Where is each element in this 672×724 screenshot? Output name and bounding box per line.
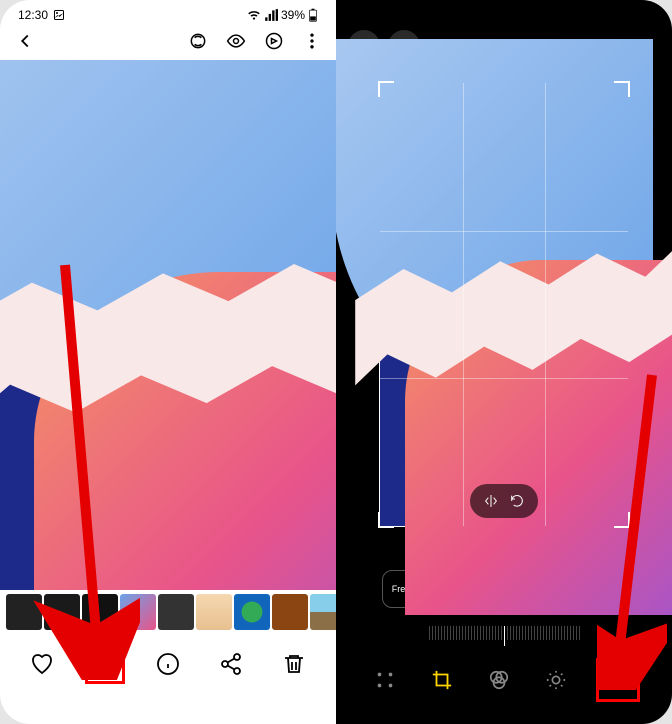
auto-icon <box>374 669 396 691</box>
gallery-bottom-bar <box>0 634 336 694</box>
share-icon <box>219 652 243 676</box>
battery-text: 39% <box>281 8 305 22</box>
more-options-button[interactable] <box>302 31 322 51</box>
rotate-icon <box>509 493 525 509</box>
filters-button[interactable] <box>482 663 516 697</box>
bixby-vision-button[interactable] <box>188 31 208 51</box>
edit-button[interactable] <box>85 644 125 684</box>
thumbnail[interactable] <box>6 594 42 630</box>
chevron-left-icon <box>14 30 36 52</box>
view-button[interactable] <box>226 31 246 51</box>
image-indicator-icon <box>53 9 65 21</box>
smart-view-button[interactable] <box>264 31 284 51</box>
filters-icon <box>488 669 510 691</box>
crop-handle-tr[interactable] <box>614 81 630 97</box>
thumbnail[interactable] <box>158 594 194 630</box>
thumbnail[interactable] <box>44 594 80 630</box>
thumbnail[interactable] <box>310 594 336 630</box>
more-vertical-icon <box>302 31 322 51</box>
crop-icon <box>431 669 453 691</box>
info-icon <box>156 652 180 676</box>
back-button[interactable] <box>14 30 36 52</box>
crop-handle-br[interactable] <box>614 512 630 528</box>
crop-tool-button[interactable] <box>425 663 459 697</box>
thumbnail[interactable] <box>82 594 118 630</box>
thumbnail[interactable] <box>120 594 156 630</box>
flip-h-icon <box>483 493 499 509</box>
auto-adjust-button[interactable] <box>368 663 402 697</box>
stickers-button[interactable] <box>601 663 635 697</box>
battery-icon <box>308 8 318 22</box>
adjust-button[interactable] <box>539 663 573 697</box>
share-button[interactable] <box>211 644 251 684</box>
brightness-icon <box>545 669 567 691</box>
status-time: 12:30 <box>18 8 48 22</box>
gallery-top-bar <box>0 24 336 60</box>
crop-preview[interactable] <box>336 72 672 537</box>
flip-horizontal-button[interactable] <box>480 490 502 512</box>
thumbnail[interactable] <box>196 594 232 630</box>
pencil-icon <box>93 652 117 676</box>
eye-icon <box>226 31 246 51</box>
sticker-icon <box>607 669 629 691</box>
thumbnail-strip[interactable] <box>0 590 336 634</box>
delete-button[interactable] <box>274 644 314 684</box>
crop-grid <box>380 83 628 526</box>
rotate-button[interactable] <box>506 490 528 512</box>
status-bar: 12:30 39% <box>0 0 336 24</box>
thumbnail[interactable] <box>272 594 308 630</box>
favorite-button[interactable] <box>22 644 62 684</box>
bixby-vision-icon <box>188 31 208 51</box>
editor-tools-bar <box>336 650 672 716</box>
crop-handle-bl[interactable] <box>378 512 394 528</box>
trash-icon <box>282 652 306 676</box>
info-button[interactable] <box>148 644 188 684</box>
wifi-icon <box>247 8 261 22</box>
crop-handle-tl[interactable] <box>378 81 394 97</box>
cast-icon <box>264 31 284 51</box>
rotation-dial[interactable] <box>336 618 672 650</box>
thumbnail[interactable] <box>234 594 270 630</box>
image-viewer[interactable] <box>0 60 336 590</box>
heart-icon <box>30 652 54 676</box>
signal-icon <box>264 8 278 22</box>
